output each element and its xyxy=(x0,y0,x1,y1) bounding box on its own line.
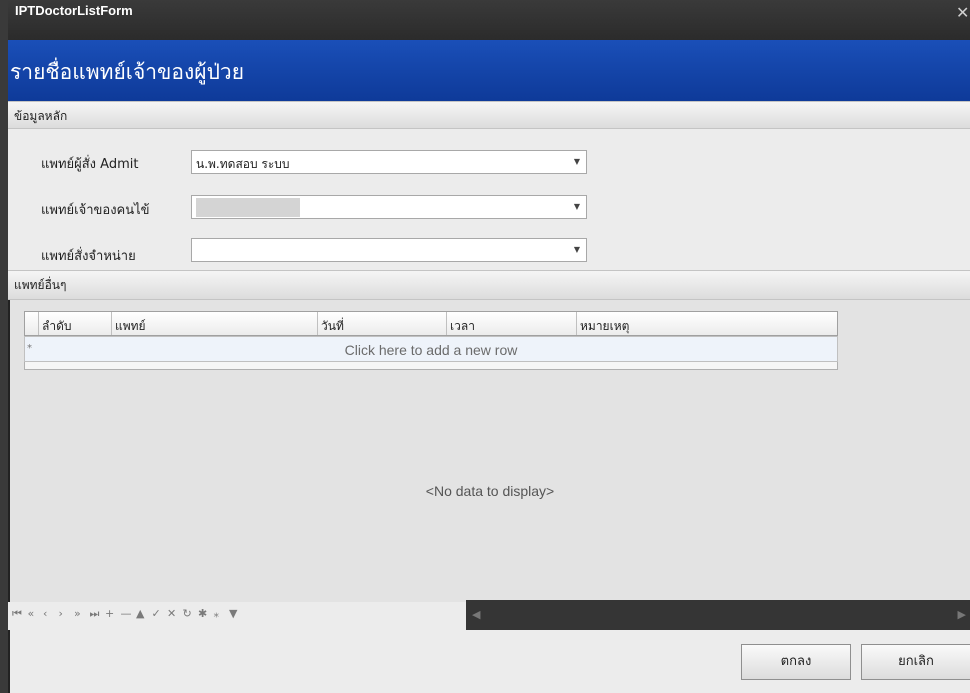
column-header[interactable]: เวลา xyxy=(447,312,577,335)
owner-doctor-select[interactable]: ▼ xyxy=(191,195,587,219)
first-page-icon[interactable]: ⏮ xyxy=(12,607,22,621)
owner-doctor-label: แพทย์เจ้าของคนไข้ xyxy=(41,203,150,218)
column-header[interactable]: แพทย์ xyxy=(112,312,318,335)
column-header-label: ลำดับ xyxy=(42,319,72,333)
header-band: รายชื่อแพทย์เจ้าของผู้ป่วย xyxy=(8,40,970,101)
chevron-down-icon[interactable]: ▼ xyxy=(574,157,580,166)
append-icon[interactable]: + xyxy=(105,607,114,620)
main-info-section-header: ข้อมูลหลัก xyxy=(8,101,970,129)
chevron-down-icon[interactable]: ▼ xyxy=(574,245,580,254)
redacted-value xyxy=(196,198,300,217)
admit-doctor-value: น.พ.ทดสอบ ระบบ xyxy=(196,157,290,171)
column-header[interactable]: หมายเหตุ xyxy=(577,312,837,335)
last-page-icon[interactable]: ⏭ xyxy=(90,607,100,621)
filter-icon[interactable]: ▼ xyxy=(229,607,237,620)
main-info-section-label: ข้อมูลหลัก xyxy=(14,109,68,123)
column-header-label: วันที่ xyxy=(321,319,344,333)
refresh-icon[interactable]: ↻ xyxy=(183,607,192,620)
column-header-label: เวลา xyxy=(450,319,475,333)
cancel-button[interactable]: ยกเลิก xyxy=(861,644,970,680)
column-header-label: หมายเหตุ xyxy=(580,319,630,333)
close-icon[interactable]: ✕ xyxy=(956,5,970,21)
prev-icon[interactable]: ‹ xyxy=(43,607,47,620)
next-icon[interactable]: › xyxy=(59,607,63,620)
column-header-label: แพทย์ xyxy=(115,319,146,333)
scroll-left-icon[interactable]: ◀ xyxy=(472,608,480,621)
delete-icon[interactable]: — xyxy=(121,607,132,620)
new-row-prompt: Click here to add a new row xyxy=(344,342,518,358)
title-bar[interactable]: IPTDoctorListForm ✕ xyxy=(8,0,970,40)
other-doctors-grid[interactable]: ลำดับ แพทย์ วันที่ เวลา หมายเหตุ * Click… xyxy=(8,300,970,602)
empty-message: <No data to display> xyxy=(425,483,555,499)
goto-bookmark-icon[interactable]: ⁎ xyxy=(214,607,220,620)
other-doctors-section-label: แพทย์อื่นๆ xyxy=(14,278,67,292)
chevron-down-icon[interactable]: ▼ xyxy=(574,202,580,211)
admit-doctor-select[interactable]: น.พ.ทดสอบ ระบบ ▼ xyxy=(191,150,587,174)
discharge-doctor-select[interactable]: ▼ xyxy=(191,238,587,262)
scroll-right-icon[interactable]: ▶ xyxy=(958,608,966,621)
grid-footer-line xyxy=(24,362,838,370)
horizontal-scrollbar[interactable]: ◀ ▶ xyxy=(466,600,970,630)
prev-page-icon[interactable]: « xyxy=(28,607,35,620)
dialog-window: IPTDoctorListForm ✕ รายชื่อแพทย์เจ้าของผ… xyxy=(8,0,970,693)
window-title: IPTDoctorListForm xyxy=(15,3,133,18)
edit-icon[interactable]: ▲ xyxy=(136,607,144,620)
column-header[interactable]: วันที่ xyxy=(318,312,447,335)
page-title: รายชื่อแพทย์เจ้าของผู้ป่วย xyxy=(10,60,244,84)
admit-doctor-label: แพทย์ผู้สั่ง Admit xyxy=(41,157,139,172)
grid-header: ลำดับ แพทย์ วันที่ เวลา หมายเหตุ xyxy=(24,311,838,336)
column-header[interactable]: ลำดับ xyxy=(39,312,112,335)
discharge-doctor-label: แพทย์สั่งจำหน่าย xyxy=(41,249,136,264)
end-edit-icon[interactable]: ✓ xyxy=(152,607,161,620)
other-doctors-section-header: แพทย์อื่นๆ xyxy=(8,270,970,300)
cancel-edit-icon[interactable]: ✕ xyxy=(167,607,176,620)
new-row[interactable]: * Click here to add a new row xyxy=(24,336,838,362)
ok-button[interactable]: ตกลง xyxy=(741,644,851,680)
next-page-icon[interactable]: » xyxy=(74,607,81,620)
bookmark-icon[interactable]: ✱ xyxy=(198,607,207,620)
row-indicator-header xyxy=(25,312,39,335)
